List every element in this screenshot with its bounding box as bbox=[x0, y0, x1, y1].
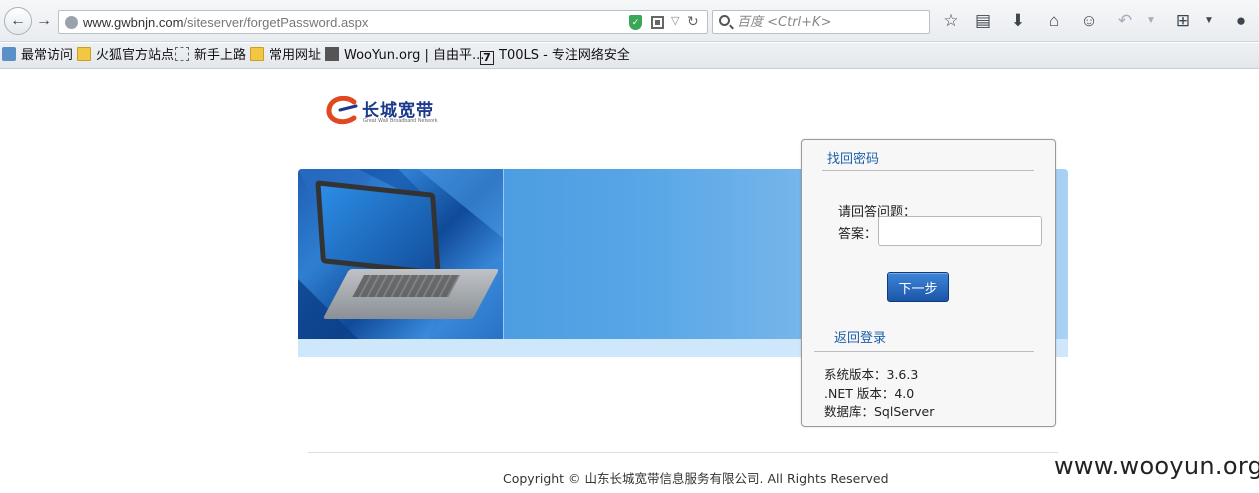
address-bar[interactable]: www.gwbnjn.com/siteserver/forgetPassword… bbox=[58, 10, 708, 34]
forgot-password-panel: 找回密码 请回答问题： 答案： 下一步 返回登录 系统版本：3.6.3 .NET… bbox=[801, 139, 1056, 427]
divider bbox=[814, 351, 1034, 352]
footer-divider bbox=[308, 452, 1058, 453]
search-icon bbox=[719, 15, 730, 26]
laptop-banner-image bbox=[298, 169, 504, 339]
company-logo: 长城宽带 Great Wall Broadband Network bbox=[326, 96, 451, 128]
chat-icon[interactable]: ☺ bbox=[1078, 10, 1100, 32]
next-step-button[interactable]: 下一步 bbox=[887, 272, 949, 302]
bookmark-common-sites[interactable]: 常用网址 bbox=[250, 47, 321, 65]
logo-swoosh-icon bbox=[326, 96, 358, 125]
star-icon[interactable]: ☆ bbox=[940, 10, 962, 32]
bookmark-firefox-site[interactable]: 火狐官方站点 bbox=[77, 47, 174, 65]
laptop-keyboard bbox=[322, 269, 500, 319]
globe-icon bbox=[65, 16, 78, 29]
message-icon[interactable]: ● bbox=[1230, 10, 1252, 32]
panel-title: 找回密码 bbox=[827, 152, 880, 167]
forward-arrow-icon[interactable]: → bbox=[32, 9, 56, 33]
bookmark-most-visited[interactable]: 最常访问 bbox=[2, 47, 73, 65]
folder-icon bbox=[77, 47, 91, 61]
search-input[interactable] bbox=[737, 14, 922, 30]
qr-code-icon[interactable] bbox=[651, 16, 664, 29]
download-icon[interactable]: ⬇ bbox=[1007, 10, 1029, 32]
search-box[interactable] bbox=[712, 10, 930, 34]
dashed-page-icon bbox=[175, 47, 189, 61]
dotnet-version: .NET 版本：4.0 bbox=[824, 386, 915, 401]
url-text[interactable]: www.gwbnjn.com/siteserver/forgetPassword… bbox=[83, 15, 368, 30]
system-version: 系统版本：3.6.3 bbox=[824, 367, 919, 382]
home-icon[interactable]: ⌂ bbox=[1043, 10, 1065, 32]
shield-icon[interactable]: ✓ bbox=[629, 15, 642, 30]
person-icon bbox=[2, 47, 16, 61]
answer-input[interactable] bbox=[878, 216, 1042, 246]
back-to-login-link[interactable]: 返回登录 bbox=[834, 327, 886, 346]
undo-icon[interactable]: ↶ bbox=[1114, 10, 1136, 32]
wooyun-icon bbox=[325, 47, 339, 61]
reading-list-icon[interactable]: ▤ bbox=[972, 10, 994, 32]
copyright-text: Copyright © 山东长城宽带信息服务有限公司. All Rights R… bbox=[503, 471, 889, 486]
chevron-down-icon[interactable]: ▼ bbox=[1140, 10, 1162, 32]
logo-subtitle: Great Wall Broadband Network bbox=[363, 118, 438, 124]
bookmark-t00ls[interactable]: 7 T00LS - 专注网络安全 bbox=[480, 47, 630, 65]
tools-7-icon: 7 bbox=[480, 51, 494, 65]
back-arrow-icon[interactable]: ← bbox=[4, 7, 32, 35]
crop-icon[interactable]: ⊞ bbox=[1172, 10, 1194, 32]
bookmark-getting-started[interactable]: 新手上路 bbox=[175, 47, 246, 65]
chevron-down-icon[interactable]: ▽ bbox=[671, 14, 679, 27]
reload-icon[interactable]: ↻ bbox=[687, 13, 699, 30]
url-path: /siteserver/forgetPassword.aspx bbox=[183, 15, 369, 30]
browser-toolbar: ← → www.gwbnjn.com/siteserver/forgetPass… bbox=[0, 0, 1259, 42]
divider bbox=[822, 170, 1034, 171]
chevron-down-icon[interactable]: ▼ bbox=[1198, 10, 1220, 32]
laptop-screen bbox=[315, 180, 441, 276]
bookmark-wooyun[interactable]: WooYun.org | 自由平... bbox=[325, 47, 484, 65]
url-host: www.gwbnjn.com bbox=[83, 15, 184, 30]
folder-icon bbox=[250, 47, 264, 61]
database-type: 数据库：SqlServer bbox=[824, 404, 935, 419]
bookmarks-bar: 最常访问 火狐官方站点 新手上路 常用网址 WooYun.org | 自由平..… bbox=[0, 43, 1259, 69]
watermark: www.wooyun.org bbox=[1054, 452, 1259, 480]
answer-label: 答案： bbox=[838, 227, 878, 242]
